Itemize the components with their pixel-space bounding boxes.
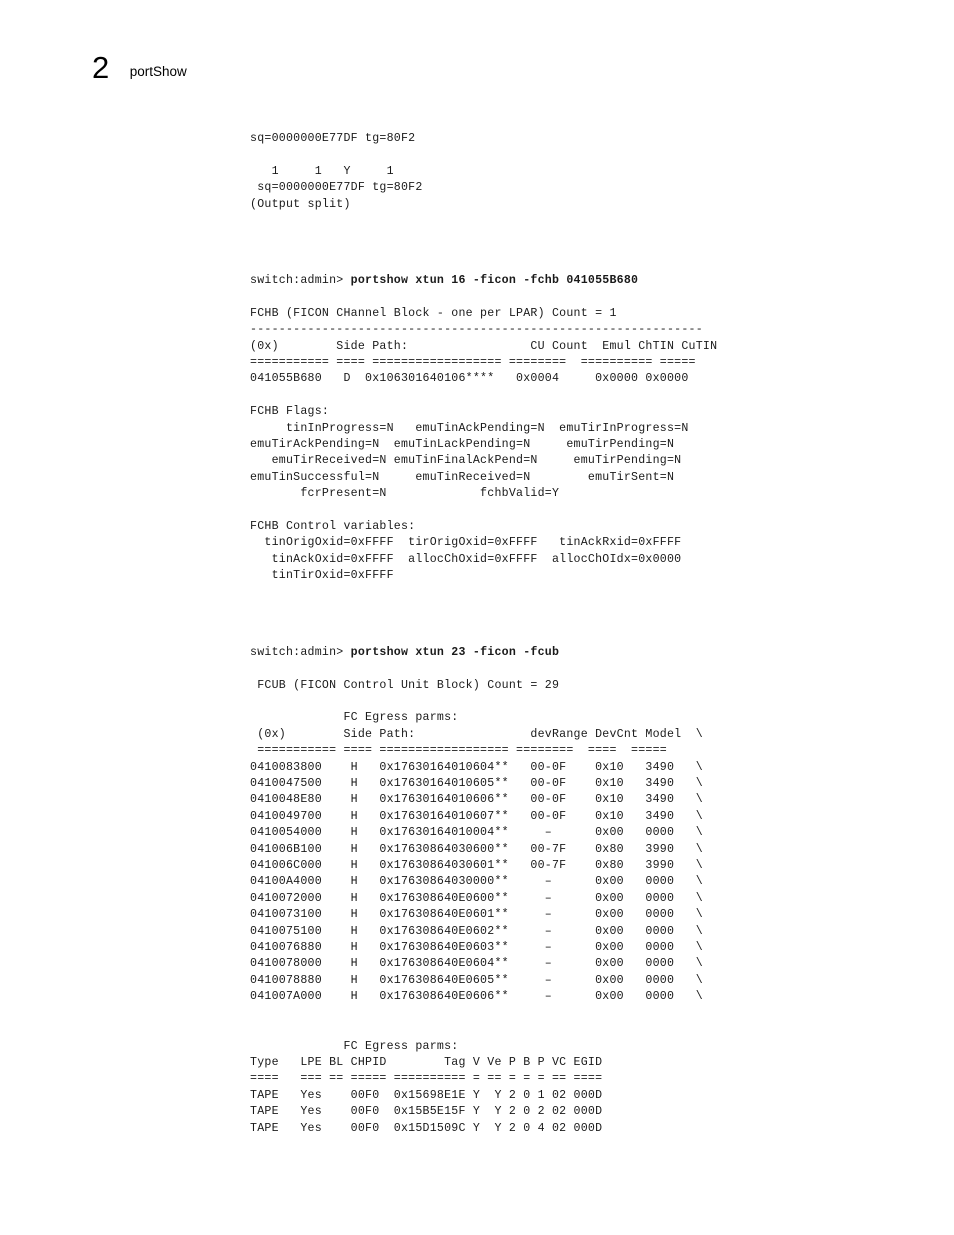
fc-egress-parms-block: FC Egress parms: Type LPE BL CHPID Tag V… <box>250 1039 603 1135</box>
command-text-fchb: portshow xtun 16 -ficon -fchb 041055B680 <box>350 274 639 288</box>
fchb-control-variables-block: FCHB Control variables: tinOrigOxid=0xFF… <box>250 520 682 583</box>
command-line-fcub: switch:admin> portshow xtun 23 -ficon -f… <box>250 645 890 661</box>
shell-prompt: switch:admin> <box>250 274 351 288</box>
page-title: portShow <box>129 64 187 79</box>
output-block-sq-tg: sq=0000000E77DF tg=80F2 1 1 Y 1 sq=00000… <box>250 132 423 211</box>
fchb-table-block: FCHB (FICON CHannel Block - one per LPAR… <box>250 306 718 386</box>
fchb-flags-block: FCHB Flags: tinInProgress=N emuTinAckPen… <box>250 405 689 501</box>
fcub-rows-block: 0410083800 H 0x17630164010604** 00-0F 0x… <box>250 760 703 1004</box>
shell-prompt: switch:admin> <box>250 645 351 659</box>
chapter-number: 2 <box>92 50 109 85</box>
command-text-fcub: portshow xtun 23 -ficon -fcub <box>350 645 560 659</box>
command-line-fchb: switch:admin> portshow xtun 16 -ficon -f… <box>250 273 890 289</box>
fcub-header-block: FCUB (FICON Control Unit Block) Count = … <box>257 678 703 758</box>
terminal-listing: sq=0000000E77DF tg=80F2 1 1 Y 1 sq=00000… <box>250 131 890 1137</box>
page-header: 2 portShow <box>92 52 187 83</box>
